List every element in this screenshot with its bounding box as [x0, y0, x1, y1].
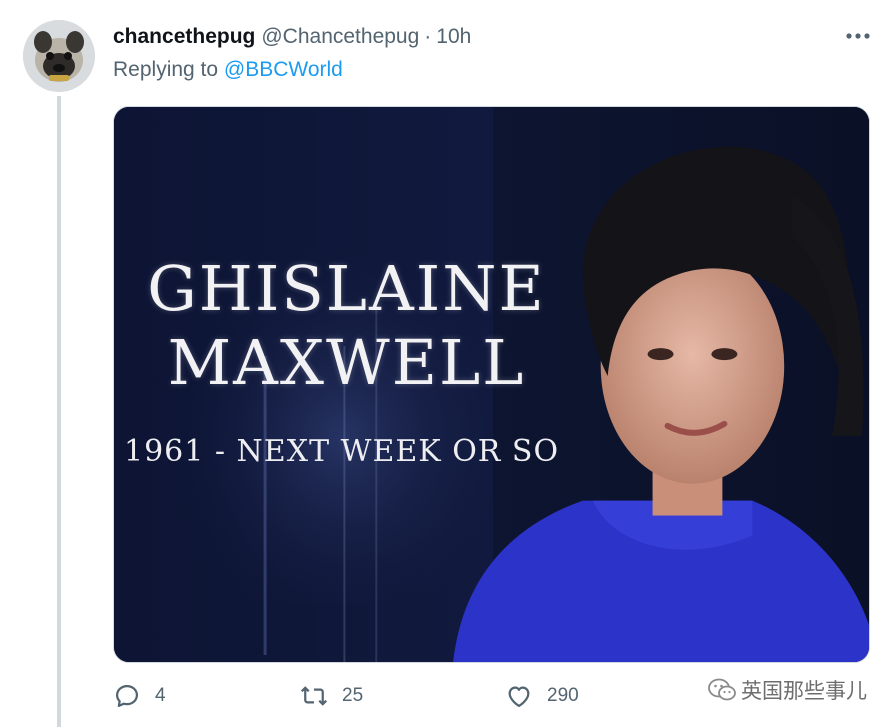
- tweet-timestamp[interactable]: 10h: [436, 25, 471, 49]
- watermark-text: 英国那些事儿: [741, 679, 867, 703]
- retweet-count: 25: [342, 685, 364, 706]
- tweet-header: chancethepug @Chancethepug · 10h: [113, 23, 471, 51]
- like-count: 290: [547, 685, 579, 706]
- retweet-button[interactable]: 25: [300, 677, 363, 715]
- replying-to-mention[interactable]: @BBCWorld: [224, 58, 343, 81]
- more-horizontal-icon: [846, 33, 870, 39]
- tweet-media-image[interactable]: GHISLAINE MAXWELL 1961 - NEXT WEEK OR SO: [113, 106, 870, 663]
- media-dates: 1961 - NEXT WEEK OR SO: [124, 434, 560, 469]
- reply-count: 4: [155, 685, 166, 706]
- user-handle[interactable]: @Chancethepug: [261, 25, 419, 49]
- media-headline: GHISLAINE MAXWELL: [114, 252, 579, 400]
- display-name[interactable]: chancethepug: [113, 25, 255, 49]
- media-headline-line2: MAXWELL: [167, 326, 526, 399]
- tweet-page: chancethepug @Chancethepug · 10h Replyin…: [0, 0, 895, 727]
- reply-button[interactable]: 4: [113, 677, 166, 715]
- more-options-button[interactable]: [838, 22, 878, 50]
- replying-to-label: Replying to: [113, 58, 219, 81]
- thread-line: [57, 96, 61, 727]
- pug-avatar-image: [23, 20, 95, 92]
- like-button[interactable]: 290: [505, 677, 579, 715]
- watermark: 英国那些事儿: [707, 674, 867, 706]
- avatar[interactable]: [23, 20, 95, 92]
- media-headline-line1: GHISLAINE: [147, 252, 546, 325]
- replying-to-line: Replying to @BBCWorld: [113, 58, 343, 82]
- heart-icon: [508, 686, 530, 708]
- wechat-logo-icon: [708, 678, 736, 701]
- retweet-icon: [300, 686, 328, 706]
- separator-dot: ·: [424, 25, 432, 48]
- reply-bubble-icon: [115, 684, 139, 708]
